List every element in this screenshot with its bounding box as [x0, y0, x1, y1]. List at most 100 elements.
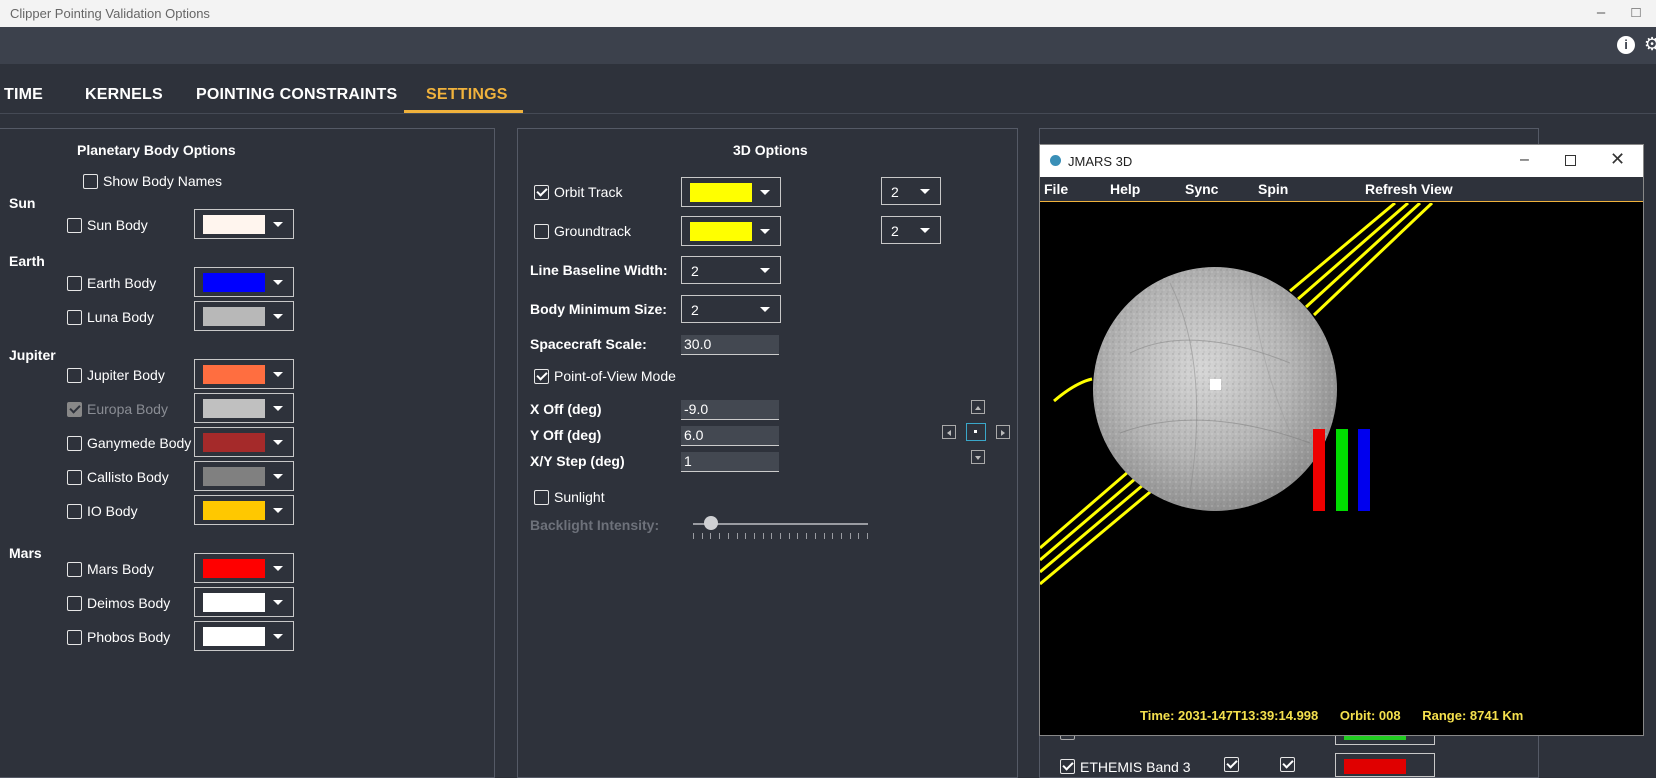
jmars-close-icon[interactable]: ✕ [1610, 149, 1625, 170]
groundtrack-checkbox[interactable] [534, 224, 549, 239]
sun-body-color-picker[interactable] [194, 209, 294, 239]
hud-time: Time: 2031-147T13:39:14.998 [1140, 708, 1319, 723]
xy-step-input[interactable]: 1 [681, 452, 779, 472]
x-off-input[interactable]: -9.0 [681, 400, 779, 420]
tab-settings[interactable]: SETTINGS [426, 86, 508, 104]
slider-tick [780, 533, 781, 539]
io-body-checkbox[interactable] [67, 504, 82, 519]
europa-body-color-picker[interactable] [194, 393, 294, 423]
band-3-color-picker[interactable] [1335, 753, 1435, 777]
band-3-option-b-checkbox[interactable] [1280, 757, 1295, 772]
chevron-down-icon [273, 406, 283, 411]
deimos-body-color-picker[interactable] [194, 587, 294, 617]
slider-tick [771, 533, 773, 539]
jmars-3d-canvas[interactable]: Time: 2031-147T13:39:14.998 Orbit: 008 R… [1040, 203, 1643, 735]
pov-mode-checkbox[interactable] [534, 369, 549, 384]
io-body-label: IO Body [87, 503, 138, 519]
tab-time[interactable]: TIME [4, 86, 43, 104]
slider-tick [823, 533, 825, 539]
earth-body-checkbox[interactable] [67, 276, 82, 291]
menu-file[interactable]: File [1044, 181, 1068, 197]
minimize-icon[interactable]: – [1590, 2, 1612, 24]
chevron-down-icon [760, 190, 770, 195]
orbit-track-color-picker[interactable] [681, 177, 781, 207]
jmars-maximize-icon[interactable] [1565, 155, 1576, 166]
show-body-names-checkbox[interactable] [83, 174, 98, 189]
slider-tick [727, 533, 729, 539]
nudge-up-button[interactable] [971, 400, 985, 414]
deimos-body-color-swatch [203, 593, 265, 612]
menu-sync[interactable]: Sync [1185, 181, 1218, 197]
line-baseline-width-select[interactable]: 2 [681, 256, 781, 284]
info-icon[interactable]: i [1617, 36, 1635, 54]
nudge-right-button[interactable] [996, 425, 1010, 439]
jmars-minimize-icon[interactable]: – [1520, 151, 1529, 169]
menu-help[interactable]: Help [1110, 181, 1140, 197]
backlight-intensity-slider[interactable] [693, 509, 868, 539]
chevron-down-icon [920, 189, 930, 194]
earth-body-color-picker[interactable] [194, 267, 294, 297]
menu-spin[interactable]: Spin [1258, 181, 1288, 197]
mars-body-color-picker[interactable] [194, 553, 294, 583]
spacecraft-scale-input[interactable]: 30.0 [681, 335, 779, 355]
callisto-body-checkbox[interactable] [67, 470, 82, 485]
mars-body-checkbox[interactable] [67, 562, 82, 577]
slider-tick [745, 533, 747, 539]
band-3-checkbox[interactable] [1060, 759, 1075, 774]
y-off-input[interactable]: 6.0 [681, 426, 779, 446]
orbit-track-width-select[interactable]: 2 [881, 177, 941, 205]
slider-tick [753, 533, 755, 539]
europa-body-checkbox[interactable] [67, 402, 82, 417]
phobos-body-color-picker[interactable] [194, 621, 294, 651]
earth-body-label: Earth Body [87, 275, 157, 291]
slider-tick [806, 533, 808, 539]
center-dot-icon [974, 430, 977, 433]
group-label-jupiter: Jupiter [9, 347, 56, 363]
orbit-track-label: Orbit Track [554, 184, 623, 200]
jmars-3d-window: JMARS 3D – ✕ File Help Sync Spin Refresh… [1039, 144, 1644, 736]
maximize-icon[interactable]: □ [1625, 2, 1647, 24]
menu-refresh-view[interactable]: Refresh View [1365, 181, 1453, 197]
spacecraft-marker [1210, 379, 1221, 390]
jupiter-body-label: Jupiter Body [87, 367, 165, 383]
sunlight-checkbox[interactable] [534, 490, 549, 505]
line-baseline-width-label: Line Baseline Width: [530, 262, 668, 278]
jmars-title: JMARS 3D [1068, 154, 1133, 169]
tab-pointing-constraints[interactable]: POINTING CONSTRAINTS [196, 86, 397, 104]
groundtrack-width-select[interactable]: 2 [881, 216, 941, 244]
body-min-size-value: 2 [691, 302, 699, 318]
axis-bar-red [1313, 429, 1325, 511]
ganymede-body-color-picker[interactable] [194, 427, 294, 457]
orbit-track-checkbox[interactable] [534, 185, 549, 200]
nudge-down-button[interactable] [971, 450, 985, 464]
slider-knob[interactable] [703, 516, 718, 530]
chevron-down-icon [273, 314, 283, 319]
gear-icon[interactable]: ⚙ [1644, 34, 1656, 55]
body-min-size-select[interactable]: 2 [681, 295, 781, 323]
slider-tick [849, 533, 851, 539]
slider-tick [719, 533, 721, 539]
chevron-down-icon [273, 474, 283, 479]
jupiter-body-checkbox[interactable] [67, 368, 82, 383]
nudge-center-button[interactable] [966, 423, 986, 441]
nudge-left-button[interactable] [942, 425, 956, 439]
slider-tick [814, 533, 816, 539]
luna-body-color-picker[interactable] [194, 301, 294, 331]
toolbar: i ⚙ [0, 27, 1656, 64]
phobos-body-checkbox[interactable] [67, 630, 82, 645]
ganymede-body-checkbox[interactable] [67, 436, 82, 451]
luna-body-checkbox[interactable] [67, 310, 82, 325]
tab-kernels[interactable]: KERNELS [85, 86, 163, 104]
jmars-menubar: File Help Sync Spin Refresh View [1040, 177, 1643, 202]
band-3-label: ETHEMIS Band 3 [1080, 759, 1191, 775]
sun-body-checkbox[interactable] [67, 218, 82, 233]
jupiter-body-color-picker[interactable] [194, 359, 294, 389]
callisto-body-color-picker[interactable] [194, 461, 294, 491]
groundtrack-color-picker[interactable] [681, 216, 781, 246]
io-body-color-picker[interactable] [194, 495, 294, 525]
ganymede-body-color-swatch [203, 433, 265, 452]
band-3-option-a-checkbox[interactable] [1224, 757, 1239, 772]
mars-body-color-swatch [203, 559, 265, 578]
hud-orbit: Orbit: 008 [1339, 708, 1401, 723]
deimos-body-checkbox[interactable] [67, 596, 82, 611]
